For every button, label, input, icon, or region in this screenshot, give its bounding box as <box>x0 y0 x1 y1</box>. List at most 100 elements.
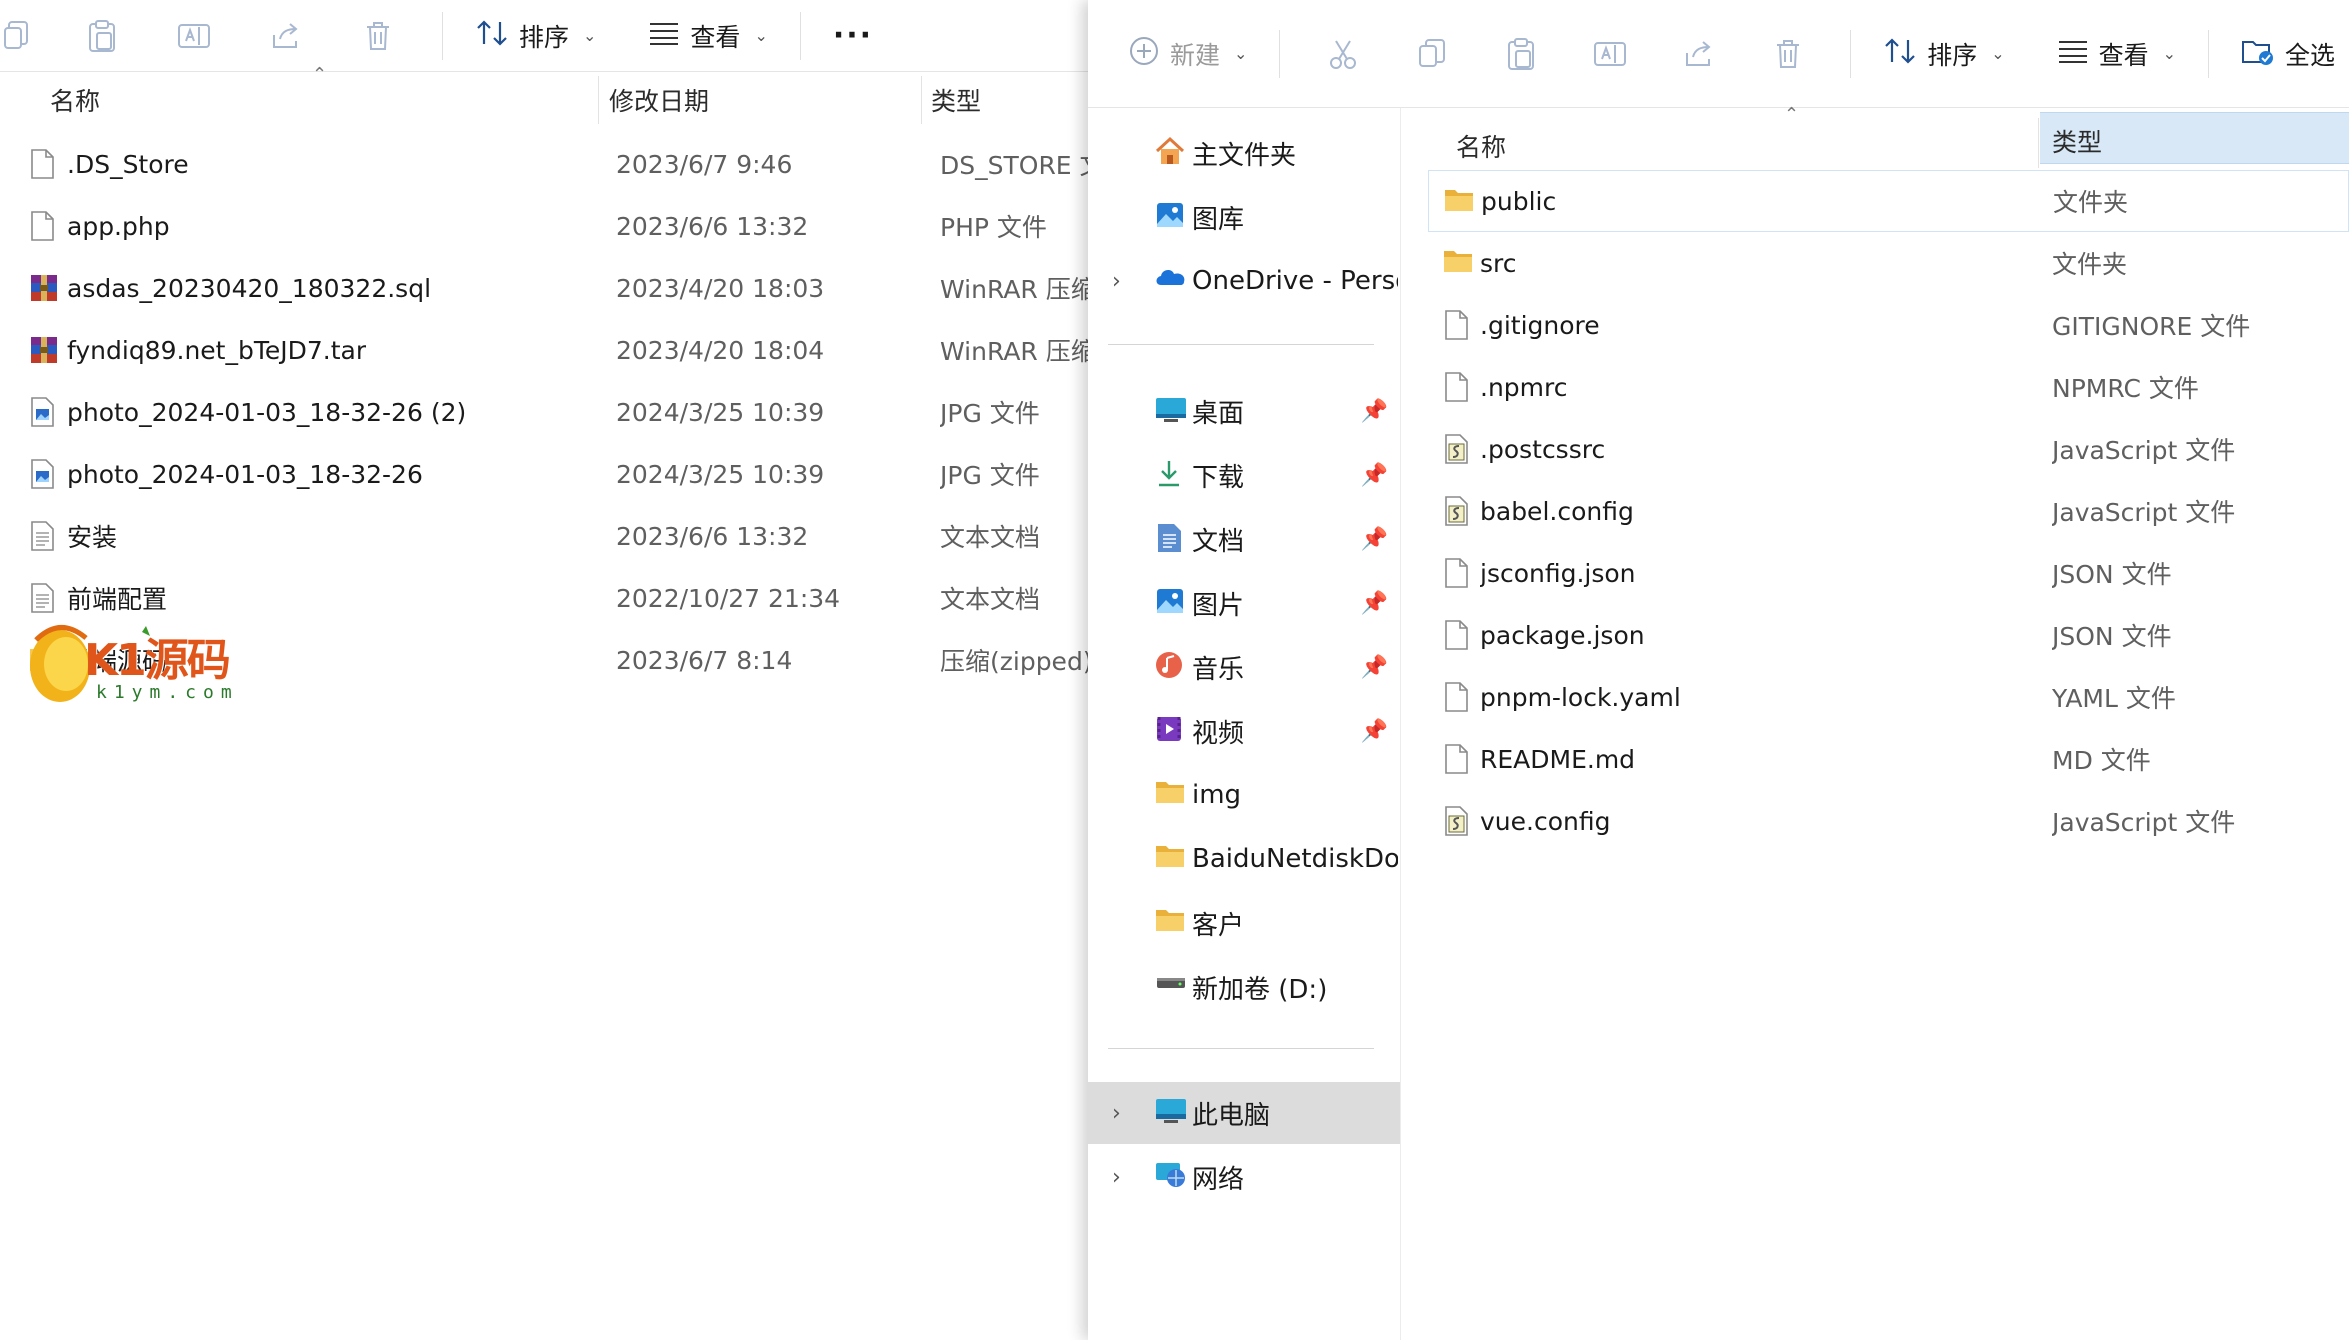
network-icon <box>1154 1160 1188 1192</box>
videos-icon <box>1154 714 1188 746</box>
file-row[interactable]: package.json JSON 文件 <box>1428 604 2349 666</box>
select-all-button[interactable]: 全选 <box>2227 36 2349 72</box>
music-icon <box>1154 650 1188 682</box>
pin-icon[interactable]: 📌 <box>1361 591 1388 616</box>
file-date: 2023/6/6 13:32 <box>616 211 809 241</box>
file-row[interactable]: .gitignore GITIGNORE 文件 <box>1428 294 2349 356</box>
nav-item[interactable]: 主文件夹 <box>1088 122 1400 184</box>
nav-item[interactable]: › OneDrive - Personal <box>1088 250 1400 312</box>
chevron-right-icon[interactable]: › <box>1112 1101 1121 1126</box>
file-row[interactable]: .DS_Store 2023/6/7 9:46 DS_STORE 文件 <box>0 133 1088 195</box>
left-toolbar: 排序 ⌄ 查看 ⌄ ··· <box>0 0 1088 72</box>
share-icon[interactable] <box>1674 32 1723 76</box>
column-header-date[interactable]: 修改日期 <box>609 80 709 120</box>
delete-icon[interactable] <box>1763 32 1812 76</box>
nav-item[interactable]: 图片 📌 <box>1088 572 1400 634</box>
column-divider[interactable] <box>2038 118 2039 168</box>
image-file-icon <box>28 396 56 428</box>
chevron-right-icon[interactable]: › <box>1112 269 1121 294</box>
file-row[interactable]: fyndiq89.net_bTeJD7.tar 2023/4/20 18:04 Wi… <box>0 319 1088 381</box>
documents-icon <box>1154 522 1188 554</box>
file-row[interactable]: src 文件夹 <box>1428 232 2349 294</box>
file-type: JPG 文件 <box>940 399 1040 428</box>
file-date: 2023/6/7 8:14 <box>616 645 793 675</box>
file-row[interactable]: pnpm-lock.yaml YAML 文件 <box>1428 666 2349 728</box>
sort-icon <box>1883 36 1917 72</box>
nav-item-label: BaiduNetdiskDownload <box>1192 844 1398 874</box>
chevron-right-icon[interactable]: › <box>1112 1165 1121 1190</box>
nav-item[interactable]: 视频 📌 <box>1088 700 1400 762</box>
column-divider[interactable] <box>598 76 599 124</box>
nav-item[interactable]: 下载 📌 <box>1088 444 1400 506</box>
column-header-name[interactable]: 名称 <box>50 80 100 120</box>
file-row[interactable]: photo_2024-01-03_18-32-26 (2) 2024/3/25 1… <box>0 381 1088 443</box>
file-row[interactable]: photo_2024-01-03_18-32-26 2024/3/25 10:39… <box>0 443 1088 505</box>
pin-icon[interactable]: 📌 <box>1361 463 1388 488</box>
nav-item-label: OneDrive - Personal <box>1192 266 1398 296</box>
nav-item-label: 下载 <box>1192 462 1245 493</box>
rename-icon[interactable] <box>1585 32 1634 76</box>
nav-item[interactable]: 图库 <box>1088 186 1400 248</box>
text-file-icon <box>28 582 56 614</box>
blank-file-icon <box>28 148 56 180</box>
sort-ascending-icon: ⌃ <box>312 64 328 85</box>
file-name: .npmrc <box>1480 372 1568 402</box>
chevron-down-icon: ⌄ <box>1991 44 2005 63</box>
column-divider[interactable] <box>921 76 922 124</box>
right-explorer-window: 新建 ⌄ 排序 ⌄ 查看 ⌄ 全选 主文件夹 图库 › OneDrive - P… <box>1088 0 2349 1340</box>
file-row[interactable]: asdas_20230420_180322.sql 2023/4/20 18:03… <box>0 257 1088 319</box>
file-row[interactable]: babel.config JavaScript 文件 <box>1428 480 2349 542</box>
cut-icon[interactable] <box>1318 32 1367 76</box>
file-row[interactable]: public 文件夹 <box>1428 170 2349 232</box>
nav-item[interactable]: 桌面 📌 <box>1088 380 1400 442</box>
folder-icon <box>1154 842 1188 874</box>
file-row[interactable]: .npmrc NPMRC 文件 <box>1428 356 2349 418</box>
new-button[interactable]: 新建 ⌄ <box>1128 35 1261 73</box>
file-type: JSON 文件 <box>2052 622 2172 651</box>
pin-icon[interactable]: 📌 <box>1361 655 1388 680</box>
file-row[interactable]: README.md MD 文件 <box>1428 728 2349 790</box>
left-explorer-window: 排序 ⌄ 查看 ⌄ ··· 名称 ⌃ 修改日期 类型 .DS_Store 2023… <box>0 0 1088 1340</box>
file-row[interactable]: 安装 2023/6/6 13:32 文本文档 <box>0 505 1088 567</box>
onedrive-icon <box>1154 264 1188 296</box>
pin-icon[interactable]: 📌 <box>1361 527 1388 552</box>
file-name: vue.config <box>1480 806 1611 836</box>
delete-icon[interactable] <box>352 14 404 58</box>
pin-icon[interactable]: 📌 <box>1361 719 1388 744</box>
file-type: 文本文档 <box>940 585 1041 614</box>
file-row[interactable]: jsconfig.json JSON 文件 <box>1428 542 2349 604</box>
paste-icon[interactable] <box>76 14 128 58</box>
nav-item[interactable]: 文档 📌 <box>1088 508 1400 570</box>
file-type: 文件夹 <box>2052 250 2128 279</box>
column-header-type[interactable]: 类型 <box>931 80 981 120</box>
view-icon <box>648 21 680 51</box>
file-row[interactable]: .postcssrc JavaScript 文件 <box>1428 418 2349 480</box>
nav-item[interactable]: BaiduNetdiskDownload <box>1088 828 1400 890</box>
copy-icon[interactable] <box>1407 32 1456 76</box>
nav-item[interactable]: › 网络 <box>1088 1146 1400 1208</box>
nav-item[interactable]: 音乐 📌 <box>1088 636 1400 698</box>
view-button[interactable]: 查看 ⌄ <box>2043 36 2190 72</box>
file-name: src <box>1480 248 1517 278</box>
column-header-type-hover[interactable]: 类型 ⌄ <box>2040 112 2349 164</box>
blank-file-icon <box>1442 743 1470 775</box>
nav-divider <box>1108 1048 1374 1049</box>
nav-item[interactable]: img <box>1088 764 1400 826</box>
nav-item[interactable]: 新加卷 (D:) <box>1088 956 1400 1018</box>
nav-item-label: 主文件夹 <box>1192 140 1297 171</box>
share-icon[interactable] <box>260 14 312 58</box>
rename-icon[interactable] <box>168 14 220 58</box>
column-header-name[interactable]: 名称 <box>1456 118 1506 174</box>
more-options-button[interactable]: ··· <box>819 18 887 53</box>
nav-item[interactable]: 客户 <box>1088 892 1400 954</box>
view-button[interactable]: 查看 ⌄ <box>634 18 781 54</box>
nav-item[interactable]: › 此电脑 <box>1088 1082 1400 1144</box>
sort-button[interactable]: 排序 ⌄ <box>1869 36 2018 72</box>
sort-button[interactable]: 排序 ⌄ <box>461 18 610 54</box>
paste-icon[interactable] <box>1496 32 1545 76</box>
pin-icon[interactable]: 📌 <box>1361 399 1388 424</box>
copy-icon[interactable] <box>0 14 36 58</box>
file-row[interactable]: vue.config JavaScript 文件 <box>1428 790 2349 852</box>
sort-icon <box>475 18 509 54</box>
file-row[interactable]: app.php 2023/6/6 13:32 PHP 文件 <box>0 195 1088 257</box>
